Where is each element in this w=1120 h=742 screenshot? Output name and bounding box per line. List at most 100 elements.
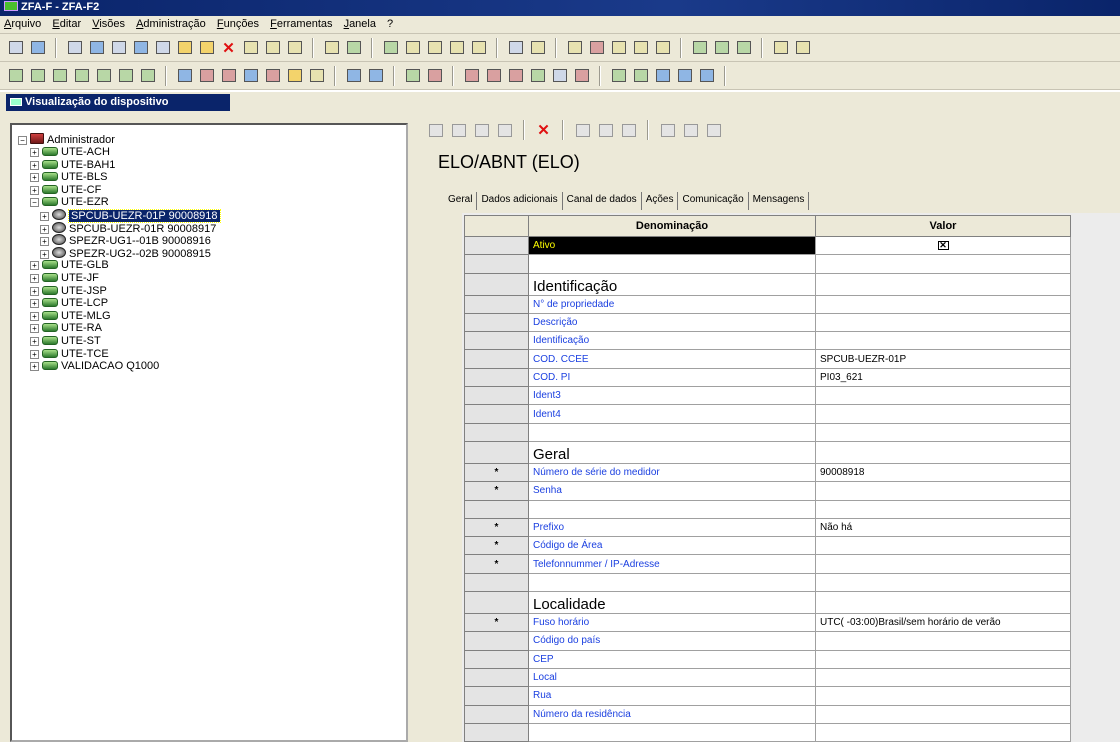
tree-root[interactable]: − Administrador: [18, 133, 115, 146]
row-marker[interactable]: *: [464, 554, 529, 574]
grid-row[interactable]: [464, 422, 1071, 442]
tree-site-item[interactable]: + UTE-CF: [30, 184, 101, 197]
tool-k-icon[interactable]: [528, 39, 547, 56]
property-value[interactable]: [815, 554, 1071, 574]
expand-icon[interactable]: +: [30, 362, 39, 372]
property-value[interactable]: [815, 704, 1071, 724]
tool-r-icon[interactable]: [712, 39, 731, 56]
tool-aq-icon[interactable]: [572, 67, 591, 84]
tool-ae-icon[interactable]: [241, 67, 260, 84]
tool-z-icon[interactable]: [94, 67, 113, 84]
tool-al-icon[interactable]: [425, 67, 444, 84]
expand-icon[interactable]: +: [30, 274, 39, 283]
print-icon[interactable]: [28, 39, 47, 56]
tool-o-icon[interactable]: [631, 39, 650, 56]
property-value[interactable]: [815, 481, 1071, 501]
tool-af-icon[interactable]: [263, 67, 282, 84]
row-marker[interactable]: [464, 386, 529, 406]
tool-ap-icon[interactable]: [550, 67, 569, 84]
property-value[interactable]: UTC( -03:00)Brasil/sem horário de verão: [815, 613, 1071, 633]
tool-ab-icon[interactable]: [138, 67, 157, 84]
grid-row[interactable]: Rua: [464, 686, 1071, 706]
grid-row[interactable]: Código do país: [464, 631, 1071, 651]
detail-close-icon[interactable]: [704, 122, 723, 139]
tool-j-icon[interactable]: [469, 39, 488, 56]
tool-aj-icon[interactable]: [366, 67, 385, 84]
detail-properties-icon[interactable]: [426, 122, 445, 139]
expand-icon[interactable]: +: [30, 185, 39, 195]
grid-row[interactable]: Ident4: [464, 404, 1071, 424]
tree-site-item[interactable]: + UTE-JF: [30, 272, 99, 285]
grid-row[interactable]: * Telefonnummer / IP-Adresse: [464, 554, 1071, 574]
tree-site-item[interactable]: + UTE-JSP: [30, 285, 107, 298]
grid-row[interactable]: Identificação: [464, 331, 1071, 351]
info-icon[interactable]: [697, 67, 716, 84]
grid-row[interactable]: * Fuso horário UTC( -03:00)Brasil/sem horá…: [464, 613, 1071, 633]
connect-icon[interactable]: [175, 67, 194, 84]
paste-icon[interactable]: [197, 39, 216, 56]
grid-row[interactable]: Identificação: [464, 272, 1071, 296]
expand-icon[interactable]: +: [30, 173, 39, 183]
grid-row[interactable]: [464, 499, 1071, 519]
detail-grid-icon[interactable]: [573, 122, 592, 139]
property-value[interactable]: [815, 312, 1071, 333]
grid-row[interactable]: * Senha: [464, 481, 1071, 501]
tool-p-icon[interactable]: [653, 39, 672, 56]
tool-d-icon[interactable]: [322, 39, 341, 56]
grid-row[interactable]: N° de propriedade: [464, 294, 1071, 314]
row-marker[interactable]: [464, 294, 529, 314]
property-value[interactable]: SPCUB-UEZR-01P: [815, 349, 1071, 369]
save-icon[interactable]: [87, 39, 106, 56]
tree-site-item[interactable]: + UTE-ACH: [30, 146, 110, 159]
grid-row[interactable]: Geral: [464, 440, 1071, 464]
tree-device-item[interactable]: + SPCUB-UEZR-01R 90008917: [40, 221, 216, 235]
tree-site-item[interactable]: + UTE-BAH1: [30, 159, 115, 172]
grid-row[interactable]: COD. CCEE SPCUB-UEZR-01P: [464, 349, 1071, 369]
row-marker[interactable]: [464, 440, 529, 464]
expand-icon[interactable]: +: [40, 237, 49, 247]
tool-x-icon[interactable]: [50, 67, 69, 84]
tool-s-icon[interactable]: [734, 39, 753, 56]
property-value[interactable]: [815, 686, 1071, 706]
clock-icon[interactable]: [506, 39, 525, 56]
grid-row[interactable]: [464, 722, 1071, 742]
property-value[interactable]: PI03_621: [815, 367, 1071, 388]
grid-row[interactable]: Descrição: [464, 312, 1071, 333]
tab-geral[interactable]: Geral: [444, 192, 478, 210]
detail-clock-icon[interactable]: [472, 122, 491, 139]
menu-visoes[interactable]: Visões: [88, 16, 129, 30]
property-value[interactable]: [815, 404, 1071, 424]
new-icon[interactable]: [6, 39, 25, 56]
row-marker[interactable]: [464, 404, 529, 424]
menu-arquivo[interactable]: Arquivo: [0, 16, 45, 30]
menu-funcoes[interactable]: Funções: [213, 16, 263, 30]
tree-site-item[interactable]: + UTE-ST: [30, 335, 101, 348]
tool-ad-icon[interactable]: [219, 67, 238, 84]
expand-icon[interactable]: +: [30, 160, 39, 170]
grid-row[interactable]: * Prefixo Não há: [464, 517, 1071, 538]
row-marker[interactable]: [464, 235, 529, 256]
detail-meter-icon[interactable]: [495, 122, 514, 139]
tool-ar-icon[interactable]: [609, 67, 628, 84]
tab-dados-adicionais[interactable]: Dados adicionais: [477, 192, 563, 210]
row-marker[interactable]: [464, 272, 529, 296]
property-value[interactable]: Não há: [815, 517, 1071, 538]
expand-icon[interactable]: +: [30, 261, 39, 271]
menu-janela[interactable]: Janela: [340, 16, 380, 30]
detail-record-icon[interactable]: [596, 122, 615, 139]
expand-icon[interactable]: +: [30, 337, 39, 346]
tree-site-item[interactable]: + UTE-LCP: [30, 297, 108, 310]
column-header-value[interactable]: Valor: [815, 215, 1071, 237]
tool-m-icon[interactable]: [587, 39, 606, 56]
property-value[interactable]: ✕: [815, 235, 1071, 256]
property-value[interactable]: [815, 294, 1071, 314]
menu-administracao[interactable]: Administração: [132, 16, 210, 30]
tab-mensagens[interactable]: Mensagens: [749, 192, 810, 210]
grid-row[interactable]: [464, 254, 1071, 274]
row-marker[interactable]: *: [464, 481, 529, 501]
expand-icon[interactable]: +: [30, 148, 39, 157]
collapse-icon[interactable]: −: [30, 198, 39, 208]
grid-row[interactable]: Ativo ✕: [464, 235, 1071, 256]
property-value[interactable]: [815, 386, 1071, 406]
expand-icon[interactable]: +: [40, 249, 49, 259]
